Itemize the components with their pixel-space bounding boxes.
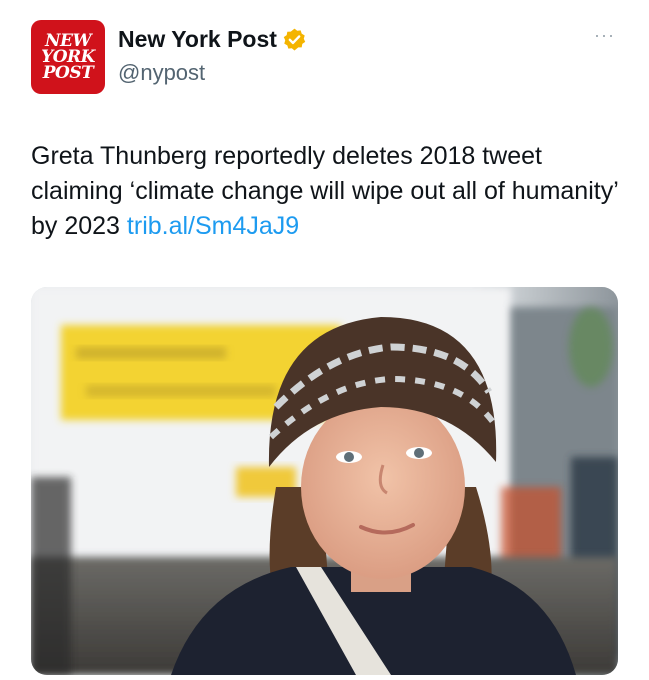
avatar-line-3: POST [42,63,94,83]
display-name[interactable]: New York Post [118,26,277,53]
photo-illustration [31,287,618,675]
tweet-body: Greta Thunberg reportedly deletes 2018 t… [31,142,618,240]
avatar[interactable]: NEW YORK POST [31,20,105,94]
more-options-icon[interactable]: ··· [594,26,615,44]
tweet-text: Greta Thunberg reportedly deletes 2018 t… [31,139,626,244]
author-name-row[interactable]: New York Post [118,26,307,53]
tweet-card[interactable]: NEW YORK POST New York Post @nypost ··· … [0,0,649,680]
author-handle[interactable]: @nypost [118,60,205,86]
tweet-photo[interactable] [31,287,618,675]
verified-badge-icon [283,28,306,51]
tweet-link[interactable]: trib.al/Sm4JaJ9 [127,212,299,240]
